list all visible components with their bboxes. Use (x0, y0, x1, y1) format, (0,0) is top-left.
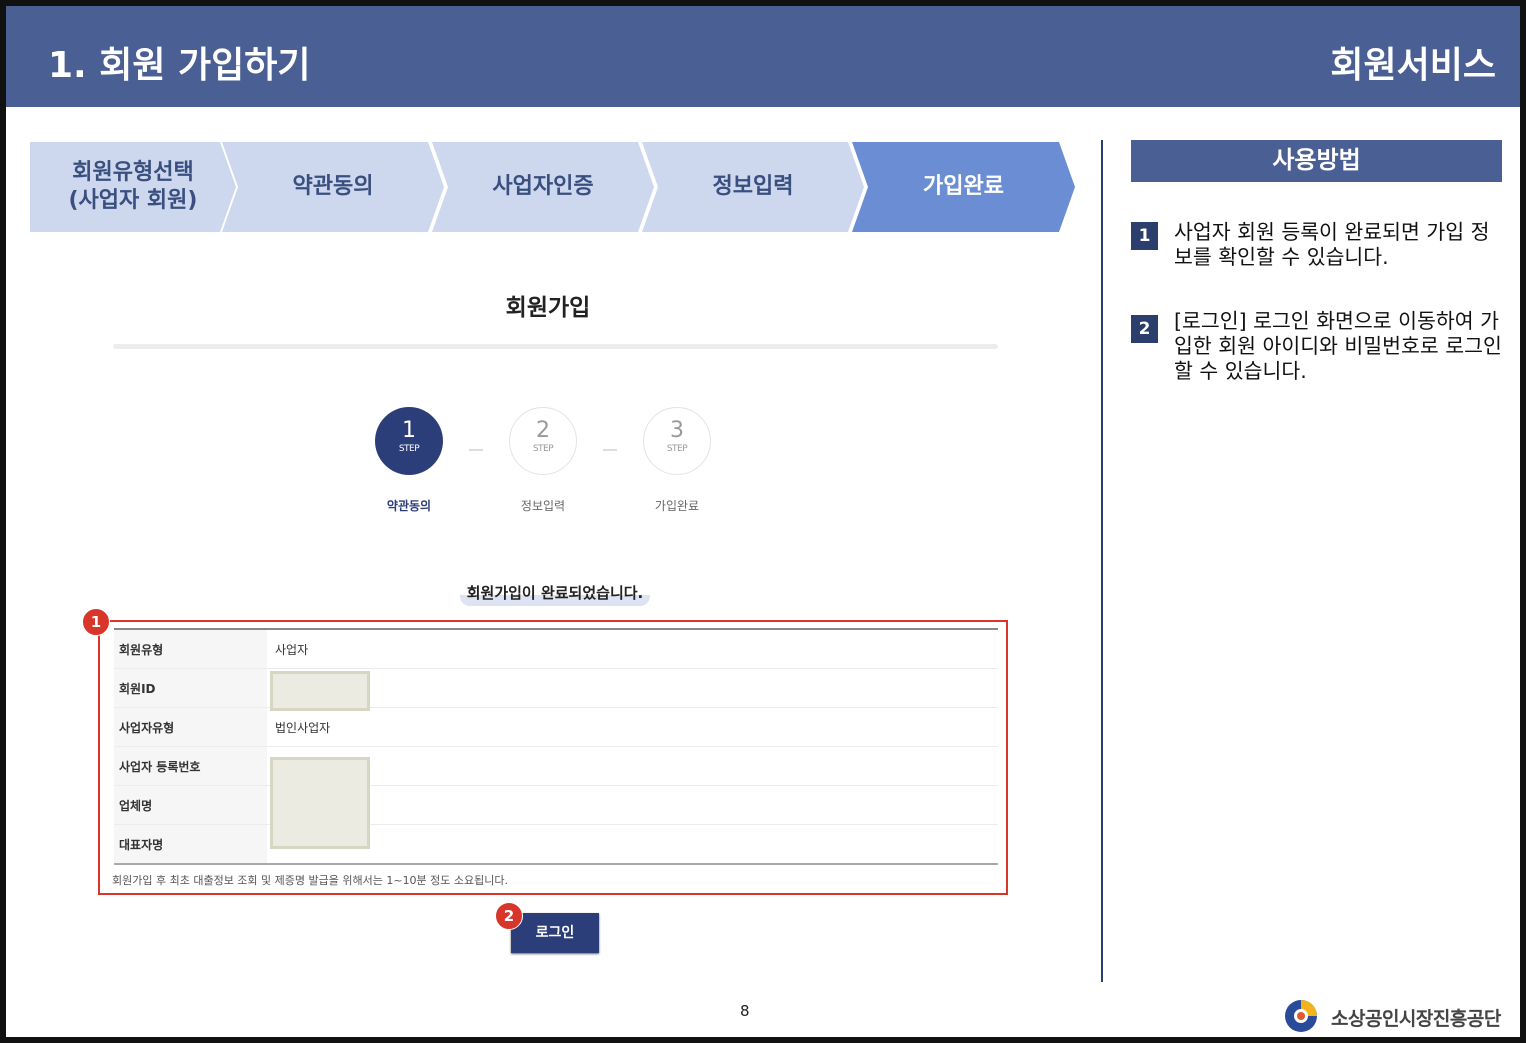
processing-time-note: 회원가입 후 최초 대출정보 조회 및 제증명 발급을 위해서는 1~10분 정… (112, 874, 509, 887)
complete-message: 회원가입이 완료되었습니다. (460, 582, 650, 606)
step-number: 3 (670, 418, 684, 443)
step-connector (603, 449, 617, 451)
step-number: 1 (402, 418, 416, 443)
howto-text: [로그인] 로그인 화면으로 이동하여 가입한 회원 아이디와 비밀번호로 로그… (1174, 309, 1502, 383)
process-step-complete: 가입완료 (852, 142, 1075, 232)
process-step-terms: 약관동의 (222, 142, 444, 232)
row-value (267, 785, 998, 825)
org-logo-icon (1285, 1000, 1317, 1032)
table-row: 대표자명 (114, 824, 998, 865)
step-1-circle: 1 STEP (375, 407, 443, 475)
callout-badge-2: 2 (495, 902, 523, 930)
row-value: 법인사업자 (267, 707, 998, 747)
row-value (267, 824, 998, 865)
step-caption: STEP (398, 444, 420, 454)
org-logo: 소상공인시장진흥공단 (1283, 998, 1503, 1034)
process-step-label: 약관동의 (292, 174, 374, 199)
table-row: 사업자유형 법인사업자 (114, 707, 998, 747)
step-1-label: 약관동의 (386, 499, 432, 513)
step-2-label: 정보입력 (520, 499, 566, 513)
slide-title: 1. 회원 가입하기 (48, 45, 311, 86)
process-step-info: 정보입력 (642, 142, 864, 232)
step-connector (469, 449, 483, 451)
process-step-label: 회원유형선택 (사업자 회원) (68, 160, 198, 213)
page-number: 8 (740, 1002, 750, 1020)
step-caption: STEP (532, 444, 554, 454)
table-row: 회원ID (114, 668, 998, 708)
step-3-circle: 3 STEP (643, 407, 711, 475)
row-value (267, 746, 998, 786)
step-2-circle: 2 STEP (509, 407, 577, 475)
slide-header: 1. 회원 가입하기 회원서비스 (6, 6, 1520, 107)
table-row: 업체명 (114, 785, 998, 825)
signup-page-title: 회원가입 (505, 295, 591, 321)
vertical-divider (1101, 140, 1103, 982)
step-number: 2 (536, 418, 550, 443)
title-separator (113, 344, 998, 349)
row-label: 업체명 (114, 785, 267, 825)
step-3-label: 가입완료 (654, 499, 700, 513)
process-step-label: 가입완료 (923, 174, 1004, 199)
login-button[interactable]: 로그인 (511, 913, 599, 953)
process-step-label: 사업자인증 (492, 174, 594, 199)
row-label: 사업자 등록번호 (114, 746, 267, 786)
table-row: 사업자 등록번호 (114, 746, 998, 786)
row-label: 사업자유형 (114, 707, 267, 747)
row-value (267, 668, 998, 708)
member-info-table: 회원유형 사업자 회원ID 사업자유형 법인사업자 사업자 등록번호 업체명 대… (114, 628, 998, 865)
howto-number: 1 (1131, 222, 1158, 250)
row-label: 대표자명 (114, 824, 267, 865)
row-label: 회원유형 (114, 628, 267, 669)
table-row: 회원유형 사업자 (114, 628, 998, 669)
process-step-label: 정보입력 (712, 174, 794, 199)
section-name: 회원서비스 (1330, 45, 1496, 86)
process-step-verify: 사업자인증 (432, 142, 654, 232)
howto-number: 2 (1131, 315, 1158, 343)
step-caption: STEP (666, 444, 688, 454)
howto-heading: 사용방법 (1131, 140, 1502, 182)
masked-member-id (270, 671, 370, 711)
callout-badge-1: 1 (82, 608, 110, 636)
row-value: 사업자 (267, 628, 998, 669)
row-label: 회원ID (114, 668, 267, 708)
masked-business-info (270, 757, 370, 849)
howto-text: 사업자 회원 등록이 완료되면 가입 정보를 확인할 수 있습니다. (1174, 220, 1490, 269)
org-name: 소상공인시장진흥공단 (1331, 1008, 1501, 1030)
process-step-select-type: 회원유형선택 (사업자 회원) (30, 142, 236, 232)
process-steps: 회원유형선택 (사업자 회원) 약관동의 사업자인증 정보입력 가입완료 (30, 142, 1075, 232)
